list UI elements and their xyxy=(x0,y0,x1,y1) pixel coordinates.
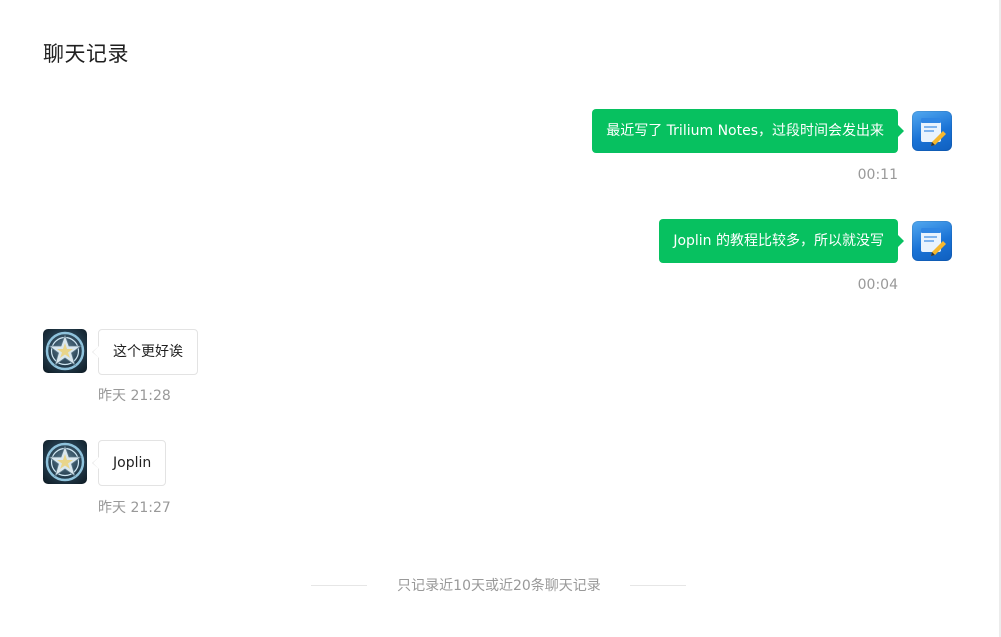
star-emblem-icon[interactable] xyxy=(43,329,87,373)
notebook-pencil-icon[interactable] xyxy=(912,111,952,151)
message-bubble-incoming[interactable]: 这个更好诶 xyxy=(92,329,198,375)
star-emblem-icon[interactable] xyxy=(43,440,87,484)
notebook-pencil-icon[interactable] xyxy=(912,221,952,261)
history-limit-note: 只记录近10天或近20条聊天记录 xyxy=(397,578,601,594)
message-bubble-outgoing[interactable]: Joplin 的教程比较多，所以就没写 xyxy=(659,219,904,263)
message-timestamp: 00:11 xyxy=(857,167,898,183)
chat-history-panel: 聊天记录 最近写了 Trilium Notes，过段时间会发出来 00:11 J… xyxy=(0,0,1001,637)
footer-divider-left xyxy=(311,585,367,586)
message-timestamp: 昨天 21:28 xyxy=(98,388,171,404)
footer-divider-right xyxy=(630,585,686,586)
message-timestamp: 00:04 xyxy=(857,277,898,293)
message-bubble-outgoing[interactable]: 最近写了 Trilium Notes，过段时间会发出来 xyxy=(592,109,904,153)
message-timestamp: 昨天 21:27 xyxy=(98,500,171,516)
page-title: 聊天记录 xyxy=(43,42,129,66)
message-bubble-incoming[interactable]: Joplin xyxy=(91,440,167,486)
